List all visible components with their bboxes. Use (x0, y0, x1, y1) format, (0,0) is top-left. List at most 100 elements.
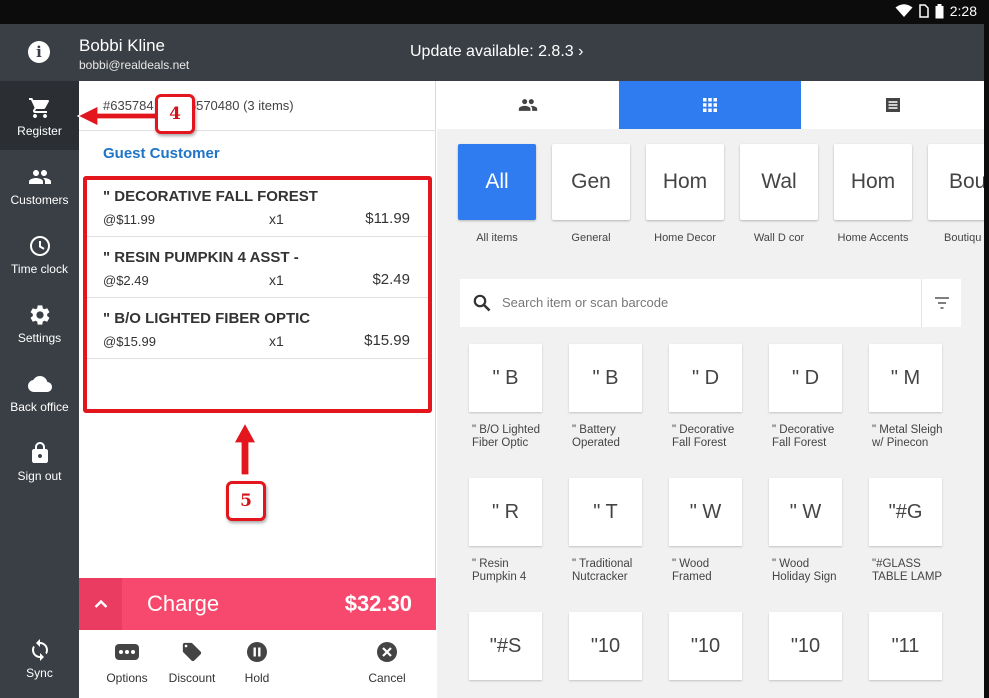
no-sim-icon (919, 4, 929, 18)
item-label: " Wood Framed (672, 558, 712, 583)
category-tile[interactable]: Bou (928, 144, 984, 220)
catalog-tabs (437, 81, 984, 129)
category-tile[interactable]: Gen (552, 144, 630, 220)
options-button[interactable]: Options (97, 640, 157, 685)
item-label: " Traditional Nutcracker (572, 558, 633, 583)
wifi-icon (895, 4, 913, 17)
sidebar-item-label: Settings (17, 331, 62, 345)
item-tile[interactable]: "10 (769, 612, 842, 680)
item-tile[interactable]: " D (769, 344, 842, 412)
battery-icon (935, 3, 944, 18)
charge-bar[interactable]: Charge $32.30 (79, 578, 436, 630)
more-options-icon (115, 644, 139, 660)
item-tile[interactable]: " B (569, 344, 642, 412)
tab-list[interactable] (802, 81, 984, 129)
filter-icon[interactable] (934, 296, 950, 310)
arrow-left-icon (76, 105, 157, 127)
status-bar: 2:28 (0, 0, 989, 24)
sidebar: Register Customers Time clock Settings B… (0, 81, 79, 698)
sidebar-item-label: Sign out (17, 469, 62, 483)
item-label: " Resin Pumpkin 4 (472, 558, 527, 583)
item-label: " Wood Holiday Sign (772, 558, 837, 583)
item-tile[interactable]: "10 (669, 612, 742, 680)
pause-icon (247, 642, 267, 662)
people-icon (28, 170, 51, 184)
hold-label: Hold (244, 671, 270, 685)
people-icon (518, 99, 538, 111)
category-label: Boutiqu (944, 232, 982, 244)
status-time: 2:28 (949, 3, 977, 19)
item-tile[interactable]: " W (669, 478, 742, 546)
cart-actions: Options Discount Hold Cancel (79, 630, 436, 698)
tab-customers[interactable] (437, 81, 619, 129)
item-tile[interactable]: " R (469, 478, 542, 546)
charge-label: Charge (147, 591, 220, 616)
category-label: Home Decor (654, 232, 716, 244)
search-input[interactable]: Search item or scan barcode (502, 295, 668, 310)
list-icon (886, 98, 900, 112)
category-tile[interactable]: Hom (646, 144, 724, 220)
cart-icon (28, 98, 49, 118)
item-label: " Battery Operated (572, 424, 620, 449)
expand-button[interactable] (79, 578, 122, 630)
item-tile[interactable]: "11 (869, 612, 942, 680)
item-tile[interactable]: " D (669, 344, 742, 412)
catalog-panel: All All items Gen General Hom Home Decor… (437, 81, 984, 698)
gear-icon (30, 305, 49, 325)
app-header: i Bobbi Kline bobbi@realdeals.net Update… (0, 24, 984, 81)
item-label: "#GLASS TABLE LAMP (872, 558, 943, 583)
sidebar-item-label: Time clock (11, 262, 68, 276)
sidebar-item-sync[interactable]: Sync (0, 623, 79, 692)
customer-name[interactable]: Guest Customer (103, 145, 220, 162)
tab-grid[interactable] (619, 81, 801, 129)
sidebar-item-customers[interactable]: Customers (0, 150, 79, 219)
cancel-button[interactable]: Cancel (357, 640, 417, 685)
sidebar-item-label: Customers (10, 193, 69, 207)
sidebar-item-time-clock[interactable]: Time clock (0, 219, 79, 288)
grid-icon (703, 98, 717, 112)
item-tile[interactable]: "#G (869, 478, 942, 546)
update-available-link[interactable]: Update available: 2.8.3 › (410, 43, 583, 61)
close-circle-icon (377, 642, 397, 662)
category-strip: All All items Gen General Hom Home Decor… (437, 129, 984, 263)
sidebar-item-label: Register (17, 124, 62, 138)
hold-button[interactable]: Hold (227, 640, 287, 685)
discount-button[interactable]: Discount (162, 640, 222, 685)
sidebar-item-sign-out[interactable]: Sign out (0, 426, 79, 495)
chevron-up-icon (94, 599, 107, 608)
item-tile[interactable]: " M (869, 344, 942, 412)
item-tile[interactable]: " W (769, 478, 842, 546)
sidebar-item-back-office[interactable]: Back office (0, 357, 79, 426)
item-label: " B/O Lighted Fiber Optic (472, 424, 541, 449)
options-label: Options (106, 671, 148, 685)
category-tile[interactable]: Wal (740, 144, 818, 220)
cart-lines-highlight (83, 176, 432, 413)
item-tile[interactable]: "10 (569, 612, 642, 680)
item-tile[interactable]: "#S (469, 612, 542, 680)
item-tile[interactable]: " B (469, 344, 542, 412)
sidebar-item-register[interactable]: Register (0, 81, 79, 150)
user-email: bobbi@realdeals.net (79, 58, 190, 72)
category-label: All items (476, 232, 518, 244)
info-icon[interactable]: i (28, 41, 50, 63)
sync-icon (31, 639, 48, 661)
lock-icon (31, 442, 48, 463)
category-label: Home Accents (837, 232, 909, 244)
callout-4: 4 (155, 94, 195, 134)
item-label: " Decorative Fall Forest (772, 424, 835, 449)
cancel-label: Cancel (368, 671, 406, 685)
sidebar-item-settings[interactable]: Settings (0, 288, 79, 357)
category-tile-all[interactable]: All (458, 144, 536, 220)
tag-icon (182, 642, 202, 662)
category-label: General (571, 232, 611, 244)
clock-icon (29, 236, 50, 256)
item-label: " Metal Sleigh w/ Pinecon (872, 424, 943, 449)
item-tile[interactable]: " T (569, 478, 642, 546)
search-divider (921, 279, 922, 327)
search-bar[interactable]: Search item or scan barcode (460, 279, 961, 327)
cloud-icon (27, 376, 52, 392)
app-frame: 2:28 i Bobbi Kline bobbi@realdeals.net U… (0, 0, 989, 698)
category-tile[interactable]: Hom (834, 144, 912, 220)
search-icon (473, 294, 491, 312)
callout-5: 5 (226, 481, 266, 521)
